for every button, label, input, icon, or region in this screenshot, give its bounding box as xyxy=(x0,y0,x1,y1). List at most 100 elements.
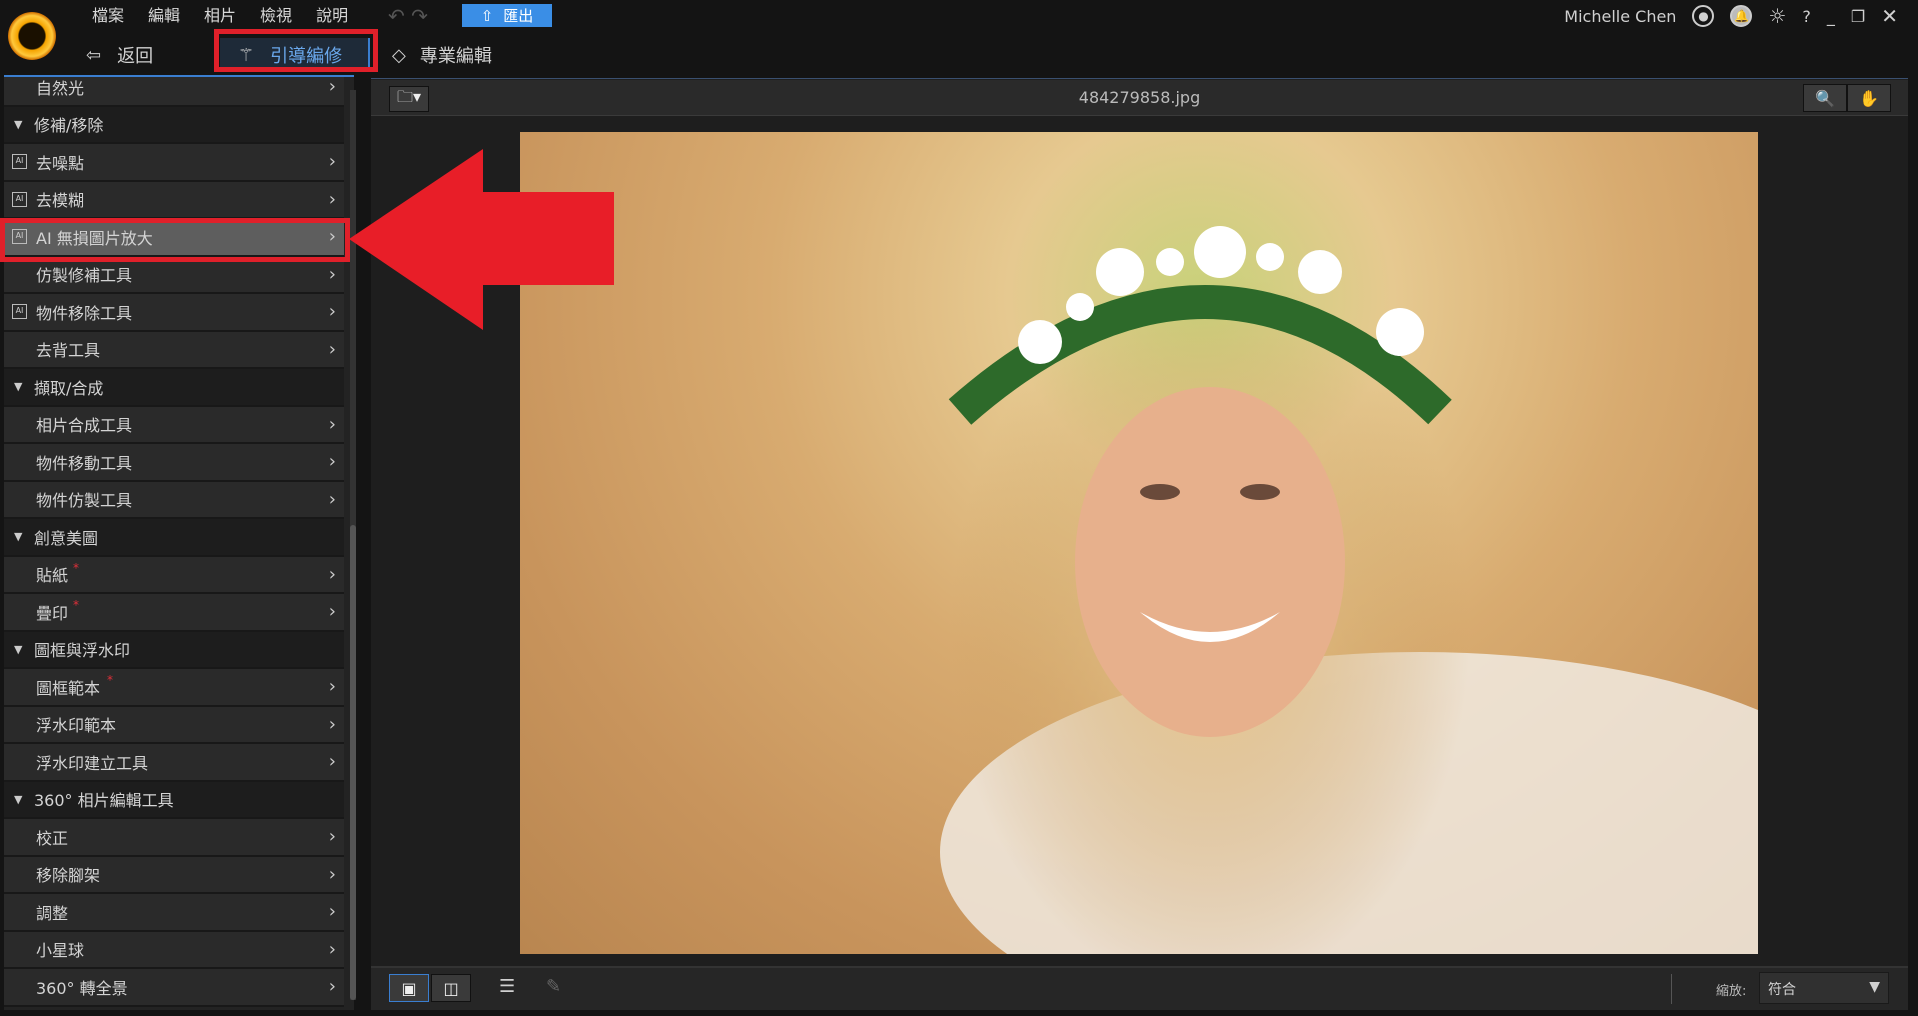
red-arrow-annotation xyxy=(349,149,614,330)
upload-icon: ⇧ xyxy=(480,6,494,25)
chevron-right-icon: › xyxy=(328,601,336,623)
user-name[interactable]: Michelle Chen xyxy=(1564,7,1676,26)
photo-woman-flower-crown xyxy=(940,226,1758,954)
chevron-right-icon: › xyxy=(328,76,336,98)
chevron-right-icon: › xyxy=(328,676,336,698)
collapse-triangle-icon[interactable]: ▼ xyxy=(14,118,22,131)
export-button[interactable]: ⇧ 匯出 xyxy=(462,4,552,27)
panel-item[interactable]: 相片合成工具 › xyxy=(4,406,344,444)
panel-section[interactable]: ▼ 圖框與浮水印 xyxy=(4,631,344,669)
restore-icon[interactable]: ❐ xyxy=(1851,7,1865,26)
panel-item[interactable]: AI 去噪點 › xyxy=(4,144,344,182)
panel-item[interactable]: 貼紙 › * xyxy=(4,556,344,594)
panel-item[interactable]: 去背工具 › xyxy=(4,331,344,369)
panel-item[interactable]: 校正 › xyxy=(4,819,344,857)
collapse-triangle-icon[interactable]: ▼ xyxy=(14,530,22,543)
compare-view-button[interactable]: ◫ xyxy=(431,974,471,1002)
row-label: 圖框範本 xyxy=(36,678,101,698)
batch-icon[interactable]: ☰ xyxy=(499,976,515,997)
panel-item[interactable]: 仿製修補工具 › xyxy=(4,256,344,294)
collapse-triangle-icon[interactable]: ▼ xyxy=(14,793,22,806)
panel-item[interactable]: 疊印 › * xyxy=(4,594,344,632)
redo-icon[interactable]: ↷ xyxy=(411,4,428,28)
panel-item[interactable]: 物件移動工具 › xyxy=(4,444,344,482)
row-label: 疊印 xyxy=(36,603,69,623)
panel-section[interactable]: ▼ 擷取/合成 xyxy=(4,369,344,407)
panel-item[interactable]: 360° 轉全景 › xyxy=(4,969,344,1007)
undo-redo: ↶ ↷ xyxy=(388,4,428,28)
scrollbar-thumb[interactable] xyxy=(350,525,356,1000)
row-label: 移除腳架 xyxy=(36,866,101,886)
back-button[interactable]: ⇦ 返回 xyxy=(86,38,153,72)
bell-icon[interactable]: 🔔 xyxy=(1730,5,1753,27)
pan-tool-button[interactable]: ✋ xyxy=(1847,84,1891,112)
zoom-select[interactable]: 符合 ▼ xyxy=(1759,972,1889,1004)
menu-view[interactable]: 檢視 xyxy=(248,4,304,28)
chevron-right-icon: › xyxy=(328,263,336,285)
panel-item[interactable]: 浮水印建立工具 › xyxy=(4,744,344,782)
collapse-triangle-icon[interactable]: ▼ xyxy=(14,643,22,656)
panel-item[interactable]: 自然光 › xyxy=(4,76,344,107)
gear-icon[interactable]: ☼ xyxy=(1768,4,1786,28)
single-view-icon: ▣ xyxy=(401,978,417,998)
panel-item[interactable]: 移除腳架 › xyxy=(4,856,344,894)
panel-item[interactable]: AI 物件移除工具 › xyxy=(4,294,344,332)
row-label: 360° 相片編輯工具 xyxy=(34,791,174,811)
chevron-right-icon: › xyxy=(328,451,336,473)
divider xyxy=(1671,974,1672,1004)
panel-item[interactable]: 小星球 › xyxy=(4,931,344,969)
chevron-right-icon: › xyxy=(328,751,336,773)
row-label: 去模糊 xyxy=(36,191,85,211)
panel-item[interactable]: 圖框範本 › * xyxy=(4,669,344,707)
chevron-right-icon: › xyxy=(328,863,336,885)
ai-icon: AI xyxy=(12,154,27,170)
row-label: 去噪點 xyxy=(36,153,85,173)
panel-section[interactable]: ▼ 修補/移除 xyxy=(4,106,344,144)
chevron-right-icon: › xyxy=(328,488,336,510)
menu-edit[interactable]: 編輯 xyxy=(136,4,192,28)
undo-icon[interactable]: ↶ xyxy=(388,4,405,28)
new-badge: * xyxy=(107,673,113,687)
row-label: 自然光 xyxy=(36,78,85,98)
export-label: 匯出 xyxy=(503,7,534,25)
tab-pro-edit[interactable]: ◇ 專業編輯 xyxy=(392,38,492,72)
close-icon[interactable]: ✕ xyxy=(1881,4,1898,28)
tool-panel: 自然光 › ▼ 修補/移除 AI 去噪點 › AI 去模糊 › AI AI 無損圖片放大 › 仿製修補工具… xyxy=(4,75,354,1010)
panel-item[interactable]: 物件仿製工具 › xyxy=(4,481,344,519)
menu-photo[interactable]: 相片 xyxy=(192,4,248,28)
minimize-icon[interactable]: _ xyxy=(1827,7,1835,26)
panel-item[interactable]: 浮水印範本 › xyxy=(4,706,344,744)
file-name: 484279858.jpg xyxy=(1078,88,1201,107)
layers-icon: ◇ xyxy=(392,44,406,66)
panel-section[interactable]: ▼ 創意美圖 xyxy=(4,519,344,557)
zoom-tool-button[interactable]: 🔍 xyxy=(1803,84,1847,112)
menu-help[interactable]: 說明 xyxy=(304,4,360,28)
row-label: 圖框與浮水印 xyxy=(34,641,131,661)
panel-section[interactable]: ▼ 360° 相片編輯工具 xyxy=(4,781,344,819)
panel-item[interactable]: AI 去模糊 › xyxy=(4,181,344,219)
back-arrow-icon: ⇦ xyxy=(86,44,102,66)
row-label: 修補/移除 xyxy=(34,116,104,136)
row-label: 浮水印範本 xyxy=(36,716,117,736)
menu-bar: 檔案 編輯 相片 檢視 說明 xyxy=(80,4,360,28)
pen-icon[interactable]: ✎ xyxy=(546,976,561,997)
help-icon[interactable]: ? xyxy=(1802,7,1811,26)
chevron-right-icon: › xyxy=(328,826,336,848)
user-icon[interactable]: ● xyxy=(1692,5,1715,27)
row-label: 小星球 xyxy=(36,941,85,961)
collapse-triangle-icon[interactable]: ▼ xyxy=(14,380,22,393)
photo-preview xyxy=(520,132,1758,954)
menu-file[interactable]: 檔案 xyxy=(80,4,136,28)
row-label: 創意美圖 xyxy=(34,528,99,548)
highlight-box-ai-upscale xyxy=(0,218,350,262)
panel-item[interactable]: 調整 › xyxy=(4,894,344,932)
single-view-button[interactable]: ▣ xyxy=(389,974,429,1002)
zoom-value: 符合 xyxy=(1768,982,1796,998)
back-label: 返回 xyxy=(117,46,154,67)
chevron-right-icon: › xyxy=(328,713,336,735)
new-badge: * xyxy=(73,598,79,612)
chevron-right-icon: › xyxy=(328,188,336,210)
chevron-right-icon: › xyxy=(328,151,336,173)
row-label: 仿製修補工具 xyxy=(36,266,133,286)
row-label: 物件移動工具 xyxy=(36,453,133,473)
